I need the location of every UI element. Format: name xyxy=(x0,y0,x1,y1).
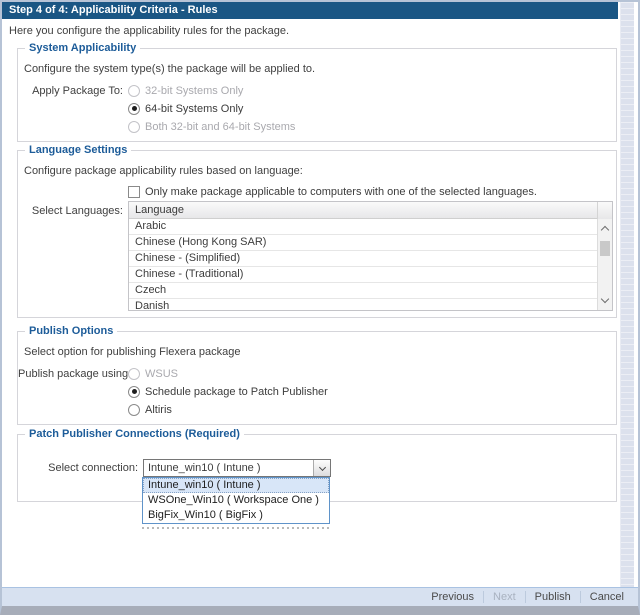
radio-option-altiris[interactable]: Altiris xyxy=(128,403,172,416)
connection-dropdown-value[interactable]: Intune_win10 ( Intune ) xyxy=(144,460,313,476)
section-title: Publish Options xyxy=(25,325,117,337)
section-description: Configure package applicability rules ba… xyxy=(24,165,303,177)
connection-dropdown[interactable]: Intune_win10 ( Intune ) xyxy=(143,459,331,477)
section-description: Select option for publishing Flexera pac… xyxy=(24,346,240,358)
radio-label: Both 32-bit and 64-bit Systems xyxy=(145,121,295,133)
wizard-step-title: Step 4 of 4: Applicability Criteria - Ru… xyxy=(2,2,618,19)
radio-label: 32-bit Systems Only xyxy=(145,85,243,97)
cancel-button[interactable]: Cancel xyxy=(581,591,633,603)
section-system-applicability: System Applicability Configure the syste… xyxy=(17,48,617,142)
publish-button[interactable]: Publish xyxy=(526,591,580,603)
section-publish-options: Publish Options Select option for publis… xyxy=(17,331,617,425)
radio-option-64bit[interactable]: 64-bit Systems Only xyxy=(128,102,243,115)
connection-dropdown-button[interactable] xyxy=(313,460,330,476)
radio-option-both-systems: Both 32-bit and 64-bit Systems xyxy=(128,120,295,133)
language-column-header-stub xyxy=(597,202,612,219)
previous-button[interactable]: Previous xyxy=(422,591,483,603)
language-list-scrollbar[interactable] xyxy=(597,219,612,310)
page-vertical-scrollbar[interactable] xyxy=(620,2,634,587)
radio-icon xyxy=(128,368,140,380)
publish-package-using-label: Publish package using: xyxy=(18,368,123,380)
radio-label: WSUS xyxy=(145,368,178,380)
radio-option-patch-publisher[interactable]: Schedule package to Patch Publisher xyxy=(128,385,328,398)
next-button: Next xyxy=(484,591,525,603)
list-item[interactable]: Chinese - (Traditional) xyxy=(129,267,597,283)
scrollbar-thumb[interactable] xyxy=(600,241,610,256)
radio-label: Altiris xyxy=(145,404,172,416)
select-languages-label: Select Languages: xyxy=(18,205,123,217)
list-item[interactable]: Chinese (Hong Kong SAR) xyxy=(129,235,597,251)
scroll-down-icon[interactable] xyxy=(598,293,612,308)
radio-icon[interactable] xyxy=(128,404,140,416)
dropdown-resize-grip[interactable] xyxy=(142,526,330,529)
radio-label: 64-bit Systems Only xyxy=(145,103,243,115)
language-filter-checkbox[interactable] xyxy=(128,186,140,198)
connection-dropdown-popup: Intune_win10 ( Intune ) WSOne_Win10 ( Wo… xyxy=(142,477,330,524)
list-item[interactable]: Chinese - (Simplified) xyxy=(129,251,597,267)
language-filter-checkbox-row[interactable]: Only make package applicable to computer… xyxy=(128,185,537,198)
wizard-client-area: Step 4 of 4: Applicability Criteria - Ru… xyxy=(2,2,638,606)
section-title: Language Settings xyxy=(25,144,131,156)
scroll-up-icon[interactable] xyxy=(598,221,612,236)
list-item[interactable]: Danish xyxy=(129,299,597,310)
section-language-settings: Language Settings Configure package appl… xyxy=(17,150,617,318)
radio-icon[interactable] xyxy=(128,386,140,398)
select-connection-label: Select connection: xyxy=(18,462,138,474)
checkbox-label: Only make package applicable to computer… xyxy=(145,186,537,198)
radio-option-32bit: 32-bit Systems Only xyxy=(128,84,243,97)
language-column-header: Language xyxy=(129,202,612,219)
dropdown-option-intune[interactable]: Intune_win10 ( Intune ) xyxy=(143,478,329,493)
radio-option-wsus: WSUS xyxy=(128,367,178,380)
languages-listbox: Language Arabic Chinese (Hong Kong SAR) … xyxy=(128,201,613,311)
radio-icon[interactable] xyxy=(128,103,140,115)
language-list: Arabic Chinese (Hong Kong SAR) Chinese -… xyxy=(129,219,597,310)
section-title: System Applicability xyxy=(25,42,140,54)
list-item[interactable]: Arabic xyxy=(129,219,597,235)
list-item[interactable]: Czech xyxy=(129,283,597,299)
dropdown-option-bigfix[interactable]: BigFix_Win10 ( BigFix ) xyxy=(143,508,329,523)
radio-icon xyxy=(128,85,140,97)
wizard-subtitle: Here you configure the applicability rul… xyxy=(9,25,289,37)
radio-icon xyxy=(128,121,140,133)
radio-label: Schedule package to Patch Publisher xyxy=(145,386,328,398)
dropdown-option-wsone[interactable]: WSOne_Win10 ( Workspace One ) xyxy=(143,493,329,508)
chevron-down-icon xyxy=(318,463,325,470)
wizard-footer: Previous Next Publish Cancel xyxy=(2,587,638,606)
wizard-window: Step 4 of 4: Applicability Criteria - Ru… xyxy=(0,0,640,615)
apply-package-to-label: Apply Package To: xyxy=(18,85,123,97)
section-description: Configure the system type(s) the package… xyxy=(24,63,315,75)
section-title: Patch Publisher Connections (Required) xyxy=(25,428,244,440)
